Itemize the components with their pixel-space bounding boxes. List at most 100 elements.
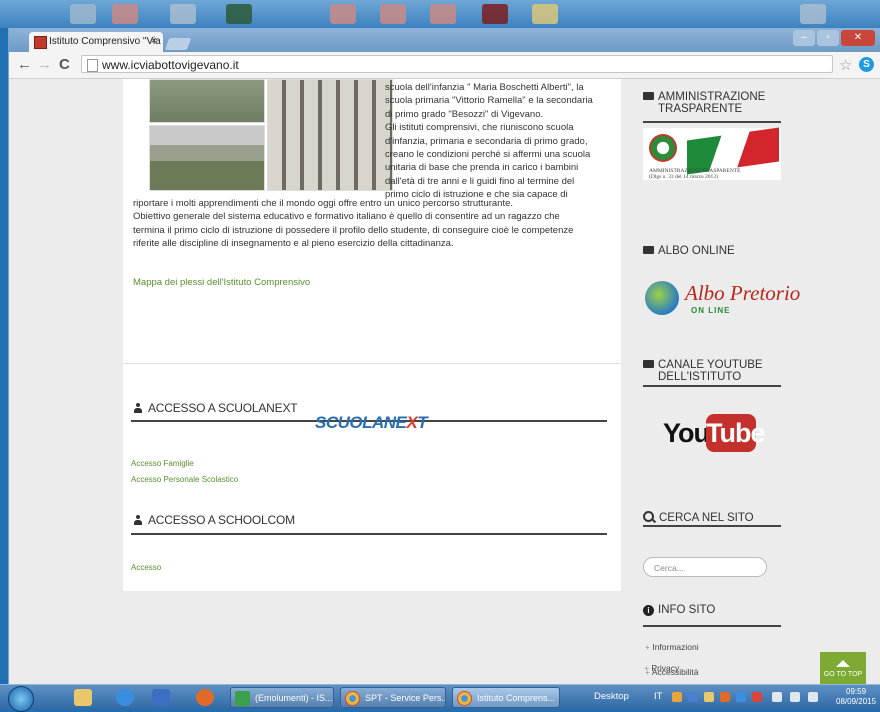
taskbar-button-spt[interactable]: SPT - Service Pers...: [340, 687, 446, 708]
app-icon: [235, 691, 250, 706]
youtube-you-text: You: [663, 418, 710, 448]
page-viewport: scuola dell'infanzia " Maria Boschetti A…: [9, 79, 880, 684]
start-button[interactable]: [8, 686, 34, 712]
youtube-tube-text: Tube: [706, 414, 766, 452]
tab-active[interactable]: Istituto Comprensivo "Via ×: [29, 32, 163, 52]
chrome-icon: [345, 691, 360, 706]
internet-explorer-icon[interactable]: [116, 689, 134, 706]
search-heading: CERCA NEL SITO: [643, 511, 754, 524]
intro-line: di primo grado "Besozzi" di Vigevano.: [385, 108, 544, 120]
tray-icon[interactable]: [752, 692, 762, 702]
scuolanext-title: ACCESSO A SCUOLANEXT: [148, 401, 298, 415]
intro-line: scuola dell'infanzia " Maria Boschetti A…: [385, 82, 584, 93]
main-content: scuola dell'infanzia " Maria Boschetti A…: [123, 79, 621, 591]
info-link-informazioni[interactable]: Informazioni: [645, 642, 698, 652]
forward-arrow-icon[interactable]: →: [37, 56, 52, 73]
search-title: CERCA NEL SITO: [659, 512, 754, 524]
desktop-pdf-icon: [112, 4, 138, 24]
taskbar-label: (Emolumenti) - IS...: [255, 693, 333, 703]
intro-line: scuola primaria "Vittorio Ramella" e la …: [385, 95, 593, 107]
tray-icon[interactable]: [704, 692, 714, 702]
heading-rule: [131, 533, 607, 535]
intro-line: Obiettivo generale del sistema educativo…: [133, 211, 560, 223]
search-input[interactable]: Cerca...: [643, 557, 767, 577]
youtube-heading: CANALE YOUTUBE DELL'ISTITUTO: [643, 359, 763, 383]
intro-line: Gli istituti comprensivi, che riuniscono…: [385, 122, 574, 134]
amministrazione-heading: AMMINISTRAZIONE TRASPARENTE: [643, 91, 765, 115]
volume-icon[interactable]: [790, 692, 800, 702]
amm-title-1: AMMINISTRAZIONE: [658, 91, 766, 103]
schoolcom-accesso-link[interactable]: Accesso: [131, 563, 161, 572]
intro-text-full: riportare i molti apprendimenti che il m…: [133, 197, 613, 251]
reload-icon[interactable]: C: [59, 56, 70, 73]
folder-icon: [643, 246, 654, 254]
desktop-app-icon: [482, 4, 508, 24]
taskbar-button-emolumenti[interactable]: (Emolumenti) - IS...: [230, 687, 334, 708]
albo-heading: ALBO ONLINE: [643, 245, 735, 257]
taskbar: (Emolumenti) - IS... SPT - Service Pers.…: [0, 684, 880, 712]
albo-logo-sub: ON LINE: [691, 306, 731, 315]
scuolanext-logo-end: T: [417, 413, 428, 432]
map-link[interactable]: Mappa dei plessi dell'Istituto Comprensi…: [133, 277, 310, 288]
skype-extension-icon[interactable]: S: [859, 57, 874, 72]
folder-icon: [643, 360, 654, 368]
info-title: INFO SITO: [658, 604, 716, 616]
scuolanext-logo-x: X: [406, 413, 418, 432]
favicon-icon: [34, 36, 47, 49]
search-icon: [643, 511, 654, 522]
maximize-button[interactable]: ▫: [817, 30, 839, 46]
taskbar-label: SPT - Service Pers...: [365, 693, 446, 703]
network-icon[interactable]: [772, 692, 782, 702]
back-arrow-icon[interactable]: ←: [17, 56, 32, 73]
taskbar-label: Istituto Comprens...: [477, 693, 556, 703]
intro-line: unitaria di base che prenda in carico i …: [385, 162, 579, 174]
tab-close-icon[interactable]: ×: [151, 35, 157, 47]
browser-toolbar: ← → C www.icviabottovigevano.it ☆ S: [9, 52, 880, 79]
tray-icon[interactable]: [688, 692, 698, 702]
scuolanext-logo[interactable]: SCUOLANEXT: [315, 413, 428, 433]
intro-line: d'infanzia, primaria e secondaria di pri…: [385, 135, 588, 147]
desktop-file-icon: [800, 4, 826, 24]
schoolcom-heading: ACCESSO A SCHOOLCOM: [133, 513, 295, 527]
accesso-personale-link[interactable]: Accesso Personale Scolastico: [131, 475, 238, 484]
firefox-icon[interactable]: [196, 689, 214, 706]
heading-rule: [643, 525, 781, 527]
file-explorer-icon[interactable]: [74, 689, 92, 706]
info-heading: i INFO SITO: [643, 604, 715, 616]
clock-date: 08/09/2015: [836, 697, 877, 706]
tray-icon[interactable]: [672, 692, 682, 702]
address-bar[interactable]: www.icviabottovigevano.it: [81, 55, 833, 73]
yt-title-1: CANALE YOUTUBE: [658, 359, 763, 371]
desktop-toolbar-label[interactable]: Desktop: [594, 691, 629, 702]
amm-logo-sub: (Dlgs n. 33 del 14 marzo 2013): [649, 174, 718, 180]
bookmark-star-icon[interactable]: ☆: [839, 56, 852, 74]
browser-window: Istituto Comprensivo "Via × – ▫ ✕ ← → C …: [8, 28, 880, 684]
tray-icon[interactable]: [736, 692, 746, 702]
page-icon: [87, 59, 98, 72]
youtube-logo[interactable]: You Tube: [663, 414, 766, 454]
user-icon: [133, 403, 143, 413]
school-photo-1: [149, 79, 265, 123]
close-window-button[interactable]: ✕: [841, 30, 875, 46]
heading-rule: [643, 625, 781, 627]
albo-pretorio-banner[interactable]: Albo Pretorio ON LINE: [645, 279, 800, 325]
amministrazione-trasparente-banner[interactable]: AMMINISTRAZIONE TRASPARENTE (Dlgs n. 33 d…: [643, 127, 781, 180]
amm-title-2: TRASPARENTE: [658, 103, 743, 115]
intro-line: riferite alle discipline di insegnamento…: [133, 238, 454, 250]
new-tab-button[interactable]: [164, 38, 192, 50]
language-indicator[interactable]: IT: [654, 691, 662, 702]
taskbar-button-istituto[interactable]: Istituto Comprens...: [452, 687, 560, 708]
desktop-pdf-icon: [380, 4, 406, 24]
school-photo-3: [267, 79, 393, 191]
go-to-top-label: GO TO TOP: [823, 671, 863, 678]
tab-title: Istituto Comprensivo "Via: [49, 36, 161, 47]
flag-icon[interactable]: [808, 692, 818, 702]
tray-icon[interactable]: [720, 692, 730, 702]
clock[interactable]: 09:59 08/09/2015: [836, 687, 876, 707]
sidebar: AMMINISTRAZIONE TRASPARENTE AMMINISTRAZI…: [627, 79, 880, 684]
minimize-button[interactable]: –: [793, 30, 815, 46]
schoolcom-title: ACCESSO A SCHOOLCOM: [148, 513, 295, 527]
accesso-famiglie-link[interactable]: Accesso Famiglie: [131, 459, 194, 468]
info-link-privacy[interactable]: Privacy: [644, 663, 679, 673]
outlook-icon[interactable]: [152, 689, 170, 706]
